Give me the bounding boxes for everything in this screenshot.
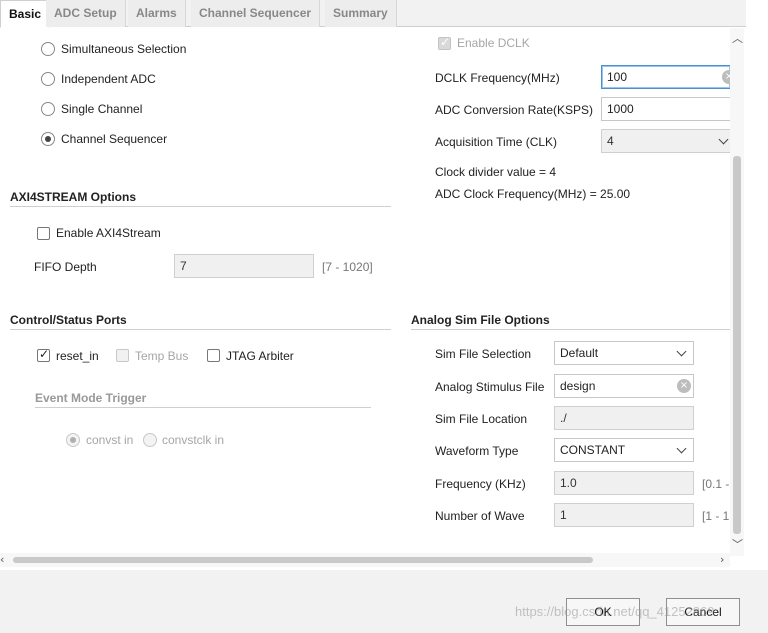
clock-divider-text: Clock divider value = 4: [435, 165, 557, 179]
waveform-type-value: CONSTANT: [560, 443, 626, 457]
section-divider: [10, 329, 391, 330]
analog-sim-section-title: Analog Sim File Options: [411, 313, 550, 327]
frequency-khz-label: Frequency (KHz): [435, 477, 526, 491]
analog-stimulus-file-label: Analog Stimulus File: [435, 380, 545, 394]
enable-axi4stream-label: Enable AXI4Stream: [56, 226, 161, 240]
scroll-down-icon[interactable]: ﹀: [732, 539, 743, 550]
dclk-frequency-input[interactable]: 100 ×: [601, 65, 731, 89]
number-of-wave-range: [1 - 1: [702, 509, 730, 523]
scroll-right-icon[interactable]: ›: [720, 554, 724, 565]
adc-conversion-rate-input[interactable]: 1000: [601, 97, 731, 121]
event-mode-trigger-title: Event Mode Trigger: [35, 391, 147, 405]
radio-convst-in[interactable]: [66, 433, 80, 447]
jtag-arbiter-label: JTAG Arbiter: [226, 349, 294, 363]
dclk-frequency-label: DCLK Frequency(MHz): [435, 71, 560, 85]
horizontal-scroll-thumb[interactable]: [13, 557, 593, 563]
frequency-khz-range: [0.1 -: [702, 477, 730, 491]
tab-bar: Basic ADC Setup Alarms Channel Sequencer…: [0, 0, 746, 28]
ip-config-dialog: Basic ADC Setup Alarms Channel Sequencer…: [0, 0, 768, 633]
tab-adc-setup[interactable]: ADC Setup: [46, 0, 126, 27]
fifo-depth-range: [7 - 1020]: [322, 260, 373, 274]
radio-convstclk-in[interactable]: [143, 433, 157, 447]
radio-single-channel[interactable]: [41, 102, 55, 116]
chevron-down-icon: [676, 443, 687, 454]
acquisition-time-select[interactable]: 4: [601, 129, 731, 153]
vertical-scroll-thumb[interactable]: [733, 156, 741, 534]
control-status-section-title: Control/Status Ports: [10, 313, 127, 327]
radio-simultaneous-selection[interactable]: [41, 42, 55, 56]
clear-icon[interactable]: ×: [677, 379, 691, 393]
fifo-depth-value: 7: [180, 259, 187, 273]
tab-channel-sequencer[interactable]: Channel Sequencer: [191, 0, 321, 27]
section-divider: [10, 206, 391, 207]
waveform-type-select[interactable]: CONSTANT: [554, 438, 694, 462]
waveform-type-label: Waveform Type: [435, 444, 519, 458]
acquisition-time-value: 4: [607, 134, 614, 148]
watermark-text: https://blog.csdn.net/qq_41252869: [515, 604, 715, 619]
reset-in-checkbox[interactable]: [37, 347, 50, 362]
tab-alarms[interactable]: Alarms: [128, 0, 186, 27]
dialog-footer: [0, 570, 768, 633]
number-of-wave-value: 1: [560, 508, 567, 522]
radio-label: Single Channel: [61, 102, 143, 116]
analog-stimulus-file-value: design: [560, 379, 596, 393]
radio-channel-sequencer[interactable]: [41, 132, 55, 146]
adc-conversion-rate-value: 1000: [607, 102, 634, 116]
jtag-arbiter-checkbox[interactable]: [207, 349, 220, 362]
vertical-scrollbar[interactable]: ︿ ﹀: [730, 28, 744, 556]
radio-label: Simultaneous Selection: [61, 42, 187, 56]
reset-in-label: reset_in: [56, 349, 99, 363]
radio-independent-adc[interactable]: [41, 72, 55, 86]
tab-summary[interactable]: Summary: [325, 0, 397, 27]
enable-axi4stream-checkbox[interactable]: [37, 227, 50, 240]
temp-bus-label: Temp Bus: [135, 349, 189, 363]
convstclk-in-label: convstclk in: [162, 433, 225, 447]
frequency-khz-input[interactable]: 1.0: [554, 471, 694, 495]
sim-file-location-label: Sim File Location: [435, 412, 528, 426]
analog-stimulus-file-input[interactable]: design ×: [554, 374, 694, 398]
acquisition-time-label: Acquisition Time (CLK): [435, 135, 558, 149]
tab-basic[interactable]: Basic: [0, 0, 51, 28]
adc-clock-frequency-text: ADC Clock Frequency(MHz) = 25.00: [435, 187, 631, 201]
sim-file-selection-select[interactable]: Default: [554, 341, 694, 365]
number-of-wave-input[interactable]: 1: [554, 503, 694, 527]
scroll-up-icon[interactable]: ︿: [732, 33, 743, 44]
fifo-depth-label: FIFO Depth: [34, 260, 97, 274]
chevron-down-icon: [718, 134, 729, 145]
sim-file-selection-value: Default: [560, 346, 599, 360]
sim-file-location-input[interactable]: ./: [554, 406, 694, 430]
number-of-wave-label: Number of Wave: [435, 509, 525, 523]
chevron-down-icon: [676, 346, 687, 357]
sim-file-location-value: ./: [560, 411, 567, 425]
temp-bus-checkbox[interactable]: [116, 349, 129, 362]
axi4stream-section-title: AXI4STREAM Options: [10, 190, 137, 204]
enable-dclk-checkbox[interactable]: [438, 35, 451, 50]
dclk-frequency-value: 100: [607, 70, 628, 84]
frequency-khz-value: 1.0: [560, 476, 577, 490]
horizontal-scrollbar[interactable]: ‹ ›: [0, 553, 730, 567]
adc-conversion-rate-label: ADC Conversion Rate(KSPS): [435, 103, 594, 117]
convst-in-label: convst in: [86, 433, 134, 447]
radio-label: Channel Sequencer: [61, 132, 168, 146]
radio-label: Independent ADC: [61, 72, 156, 86]
section-divider: [411, 329, 730, 330]
section-divider: [35, 407, 371, 408]
enable-dclk-label: Enable DCLK: [457, 36, 530, 50]
sim-file-selection-label: Sim File Selection: [435, 347, 532, 361]
scroll-left-icon[interactable]: ‹: [0, 554, 4, 565]
fifo-depth-input[interactable]: 7: [174, 254, 314, 278]
